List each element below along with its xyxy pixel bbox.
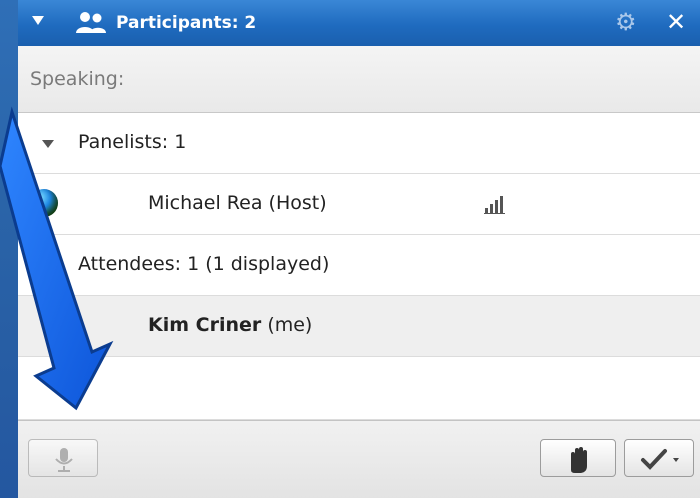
arrow-icon — [0, 106, 114, 411]
